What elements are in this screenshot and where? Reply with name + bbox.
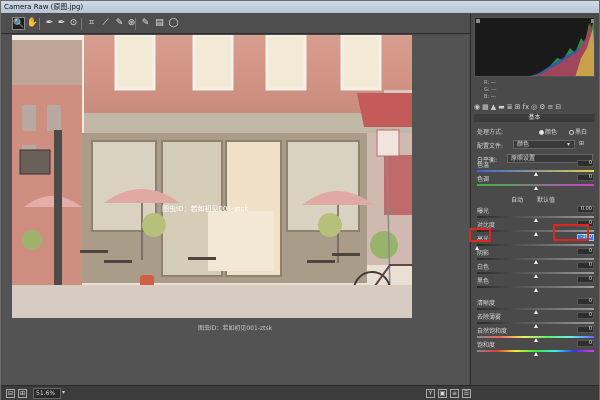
- radial-filter-icon[interactable]: ◯: [167, 17, 180, 30]
- preview-caption: 图虫ID：若如初见001-ztsk: [197, 325, 273, 332]
- blacks-value-input[interactable]: 0: [577, 276, 594, 283]
- panel-tabs: ◉ ▦ ▲ ▬ ≣ ⊞ fx ◎ ⚙ ≡ ⊟: [474, 103, 595, 113]
- bottom-bar: ⊟ ⊞ 51.6% ▾ Y ▣ ≡ ☰: [1, 385, 599, 400]
- rgb-readout: R: --- G: --- B: ---: [484, 80, 497, 100]
- default-link[interactable]: 默认值: [537, 195, 555, 204]
- radio-off-icon: [569, 130, 574, 135]
- panel-tab-10-icon[interactable]: ⊟: [555, 103, 561, 111]
- saturation-value-input[interactable]: 0: [577, 340, 594, 347]
- tint-value-input[interactable]: 0: [577, 174, 594, 181]
- dehaze-label: 去除薄雾: [477, 314, 502, 321]
- window-title: Camera Raw (原图.jpg): [1, 1, 599, 13]
- before-after-y-icon[interactable]: Y: [426, 389, 435, 398]
- toolbar-divider: [81, 18, 82, 30]
- camera-raw-window: Camera Raw (原图.jpg) ⇱ 🔍✋✒✒⊙⌗⟋✎⊛✎▤◯: [0, 0, 600, 400]
- shadows-label: 阴影: [477, 250, 490, 257]
- panel-tab-8-icon[interactable]: ⚙: [539, 103, 545, 111]
- straighten-tool-icon[interactable]: ⟋: [99, 17, 112, 30]
- saturation-slider-thumb[interactable]: [533, 352, 538, 356]
- vibrance-value-input[interactable]: 0: [577, 326, 594, 333]
- panel-tab-2-icon[interactable]: ▲: [491, 103, 496, 111]
- temperature-value-input[interactable]: 0: [577, 160, 594, 167]
- highlight-label-callout: [469, 228, 491, 242]
- fit-view-icon[interactable]: ⊟: [6, 389, 15, 398]
- toolbar-divider: [135, 18, 136, 30]
- copy-settings-icon[interactable]: ≡: [450, 389, 459, 398]
- histogram: [474, 17, 595, 77]
- whites-label: 白色: [477, 264, 490, 271]
- photo-watermark: 图虫ID：若如初见001-ztsk: [162, 204, 249, 213]
- swap-icon[interactable]: ▣: [438, 389, 447, 398]
- exposure-slider-thumb[interactable]: [533, 218, 538, 222]
- exposure-label: 曝光: [477, 208, 490, 215]
- temperature-label: 色温: [477, 162, 490, 169]
- profile-browser-icon[interactable]: ⊞: [579, 140, 591, 147]
- tint-label: 色调: [477, 176, 490, 183]
- targeted-adjustment-tool-icon[interactable]: ⊙: [67, 17, 80, 30]
- graduated-filter-icon[interactable]: ▤: [153, 17, 166, 30]
- zoom-in-icon[interactable]: ⊞: [18, 389, 27, 398]
- saturation-label: 饱和度: [477, 342, 496, 349]
- panel-tab-5-icon[interactable]: ⊞: [515, 103, 521, 111]
- highlights-slider-track[interactable]: [477, 244, 594, 246]
- vibrance-label: 自然饱和度: [477, 328, 508, 335]
- whites-value-input[interactable]: 0: [577, 262, 594, 269]
- dehaze-value-input[interactable]: 0: [577, 312, 594, 319]
- panel-tab-6-icon[interactable]: fx: [523, 103, 530, 111]
- radio-on-icon: [539, 130, 544, 135]
- crop-tool-icon[interactable]: ⌗: [85, 17, 98, 30]
- panel-tab-4-icon[interactable]: ≣: [507, 103, 513, 111]
- zoom-level-select[interactable]: 51.6%: [33, 388, 61, 399]
- hand-tool-icon[interactable]: ✋: [26, 17, 39, 30]
- highlight-value-callout: [553, 224, 589, 241]
- blacks-label: 黑色: [477, 278, 490, 285]
- dehaze-slider-thumb[interactable]: [533, 324, 538, 328]
- panel-title: 基本: [474, 114, 595, 122]
- whites-slider-thumb[interactable]: [533, 274, 538, 278]
- contrast-slider-thumb[interactable]: [533, 232, 538, 236]
- shadows-slider-thumb[interactable]: [533, 260, 538, 264]
- toggle-preview-icon[interactable]: ☰: [462, 389, 471, 398]
- panel-tab-3-icon[interactable]: ▬: [498, 103, 505, 111]
- exposure-value-input[interactable]: 0.00: [577, 206, 594, 213]
- profile-select[interactable]: 颜色: [513, 140, 575, 149]
- temperature-slider-thumb[interactable]: [533, 172, 538, 176]
- process-color-radio[interactable]: 颜色: [539, 127, 557, 136]
- panel-tab-9-icon[interactable]: ≡: [548, 103, 554, 111]
- auto-link[interactable]: 自动: [511, 195, 523, 204]
- process-bw-radio[interactable]: 黑白: [569, 127, 587, 136]
- vibrance-slider-thumb[interactable]: [533, 338, 538, 342]
- preview-photo[interactable]: 图虫ID：若如初见001-ztsk: [12, 35, 412, 318]
- clarity-label: 清晰度: [477, 300, 496, 307]
- clarity-slider-thumb[interactable]: [533, 310, 538, 314]
- chevron-down-icon[interactable]: ▾: [62, 389, 65, 396]
- blacks-slider-thumb[interactable]: [533, 288, 538, 292]
- panel-tab-0-icon[interactable]: ◉: [474, 103, 480, 111]
- chevron-down-icon[interactable]: ▾: [567, 141, 575, 148]
- tint-slider-thumb[interactable]: [533, 186, 538, 190]
- red-eye-tool-icon[interactable]: ⊛: [125, 17, 138, 30]
- process-row: 处理方式: 颜色 黑白: [477, 127, 588, 136]
- adjustment-brush-icon[interactable]: ✎: [139, 17, 152, 30]
- shadows-value-input[interactable]: 0: [577, 248, 594, 255]
- zoom-tool-icon[interactable]: 🔍: [12, 17, 25, 30]
- adjustment-panel: R: --- G: --- B: --- ◉ ▦ ▲ ▬ ≣ ⊞ fx ◎ ⚙ ≡ ⊟ 基本 处理方…: [469, 14, 599, 385]
- clarity-value-input[interactable]: 0: [577, 298, 594, 305]
- panel-tab-1-icon[interactable]: ▦: [482, 103, 489, 111]
- panel-tab-7-icon[interactable]: ◎: [531, 103, 537, 111]
- toolbar-divider: [39, 18, 40, 30]
